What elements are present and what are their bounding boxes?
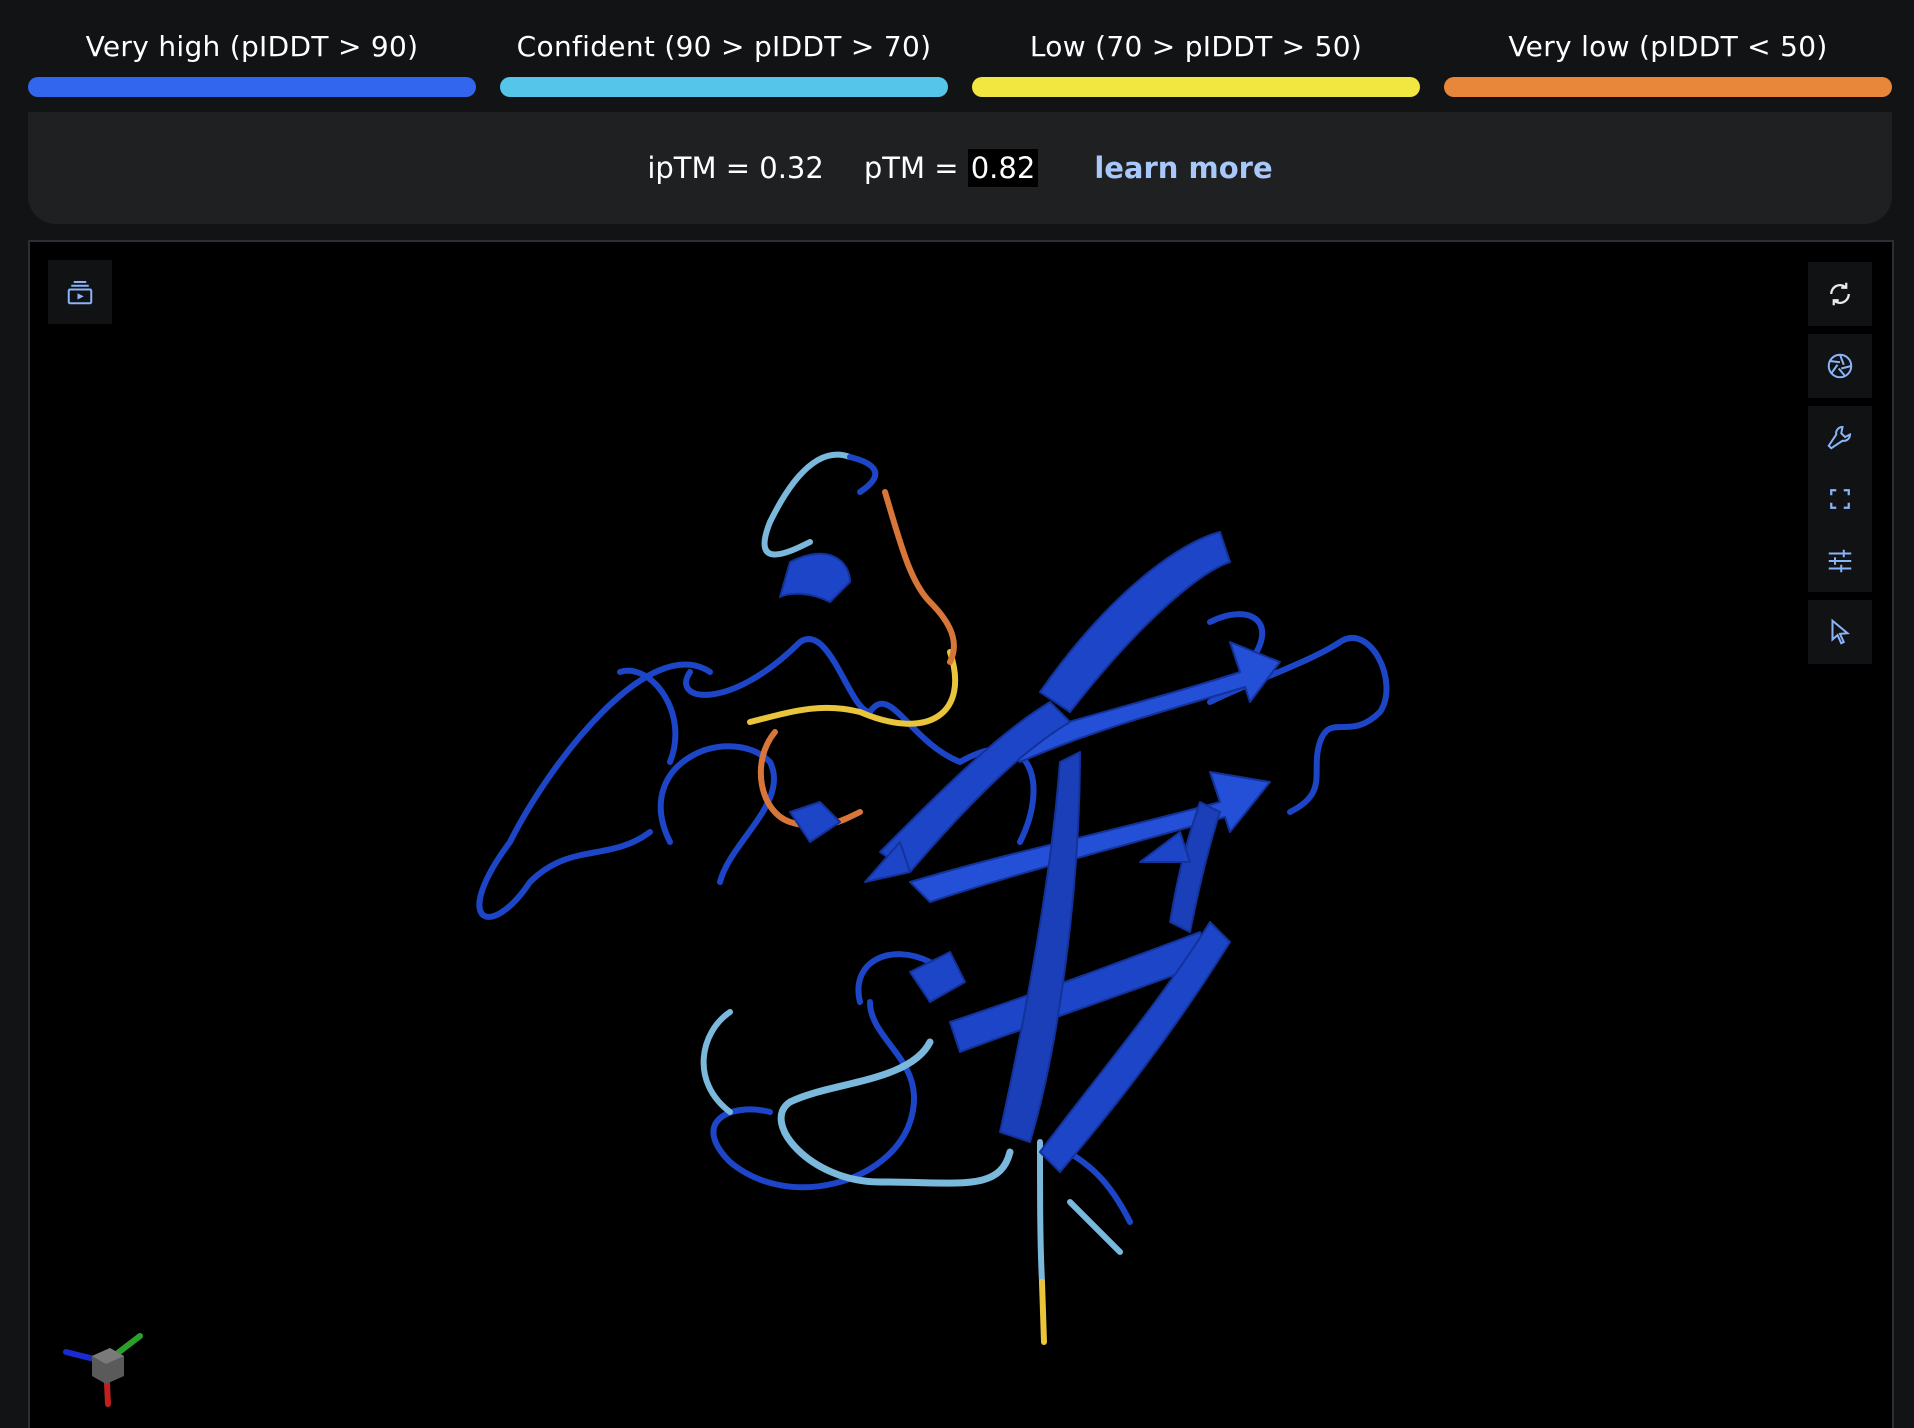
cursor-icon[interactable]: [1808, 600, 1872, 664]
legend-label: Low (70 > pIDDT > 50): [1029, 30, 1363, 63]
legend-label: Very high (pIDDT > 90): [85, 30, 419, 63]
learn-more-link[interactable]: learn more: [1094, 151, 1272, 185]
coil-loop: [761, 451, 853, 558]
legend-color-bar: [500, 77, 948, 97]
coil-loop: [847, 454, 879, 495]
legend-very-high: Very high (pIDDT > 90): [28, 0, 476, 100]
legend-color-bar: [972, 77, 1420, 97]
beta-strand: [789, 801, 841, 843]
legend-label: Very low (pIDDT < 50): [1508, 30, 1828, 63]
coil-loop: [777, 1038, 1014, 1187]
coil-loop: [657, 743, 778, 885]
rotate-icon[interactable]: [1808, 262, 1872, 326]
protein-structure-render[interactable]: [30, 242, 1892, 1428]
beta-strand: [999, 751, 1081, 1143]
tool-group: [1808, 406, 1872, 592]
ptm-value: 0.82: [967, 149, 1039, 187]
coil-loop: [1039, 1279, 1047, 1345]
play-stack-icon[interactable]: [48, 260, 112, 324]
coil-loop: [683, 636, 873, 715]
ptm-metric: pTM = 0.82: [863, 149, 1039, 187]
coil-loop: [700, 1009, 733, 1115]
camera-aperture-icon[interactable]: [1808, 334, 1872, 398]
legend-color-bar: [1444, 77, 1892, 97]
structure-viewer[interactable]: [28, 240, 1894, 1428]
legend-confident: Confident (90 > pIDDT > 70): [500, 0, 948, 100]
ptm-label: pTM =: [863, 151, 968, 185]
legend-color-bar: [28, 77, 476, 97]
axes-gizmo: [63, 1333, 143, 1407]
coil-loop: [476, 661, 713, 920]
iptm-metric: ipTM = 0.32: [647, 151, 824, 185]
sliders-icon[interactable]: [1808, 530, 1872, 592]
beta-strand: [779, 552, 851, 603]
coil-loop: [1067, 1199, 1123, 1255]
coil-loop: [882, 489, 957, 665]
legend-very-low: Very low (pIDDT < 50): [1444, 0, 1892, 100]
plddt-legend: Very high (pIDDT > 90) Confident (90 > p…: [28, 0, 1892, 100]
coil-loop: [617, 667, 679, 765]
legend-label: Confident (90 > pIDDT > 70): [516, 30, 932, 63]
viewer-toolbar: [1808, 262, 1872, 672]
confidence-metrics-panel: ipTM = 0.32 pTM = 0.82 learn more: [28, 112, 1892, 224]
fullscreen-icon[interactable]: [1808, 468, 1872, 530]
wrench-icon[interactable]: [1808, 406, 1872, 468]
beta-strand: [999, 641, 1281, 763]
coil-loop: [1037, 1139, 1045, 1285]
legend-low: Low (70 > pIDDT > 50): [972, 0, 1420, 100]
